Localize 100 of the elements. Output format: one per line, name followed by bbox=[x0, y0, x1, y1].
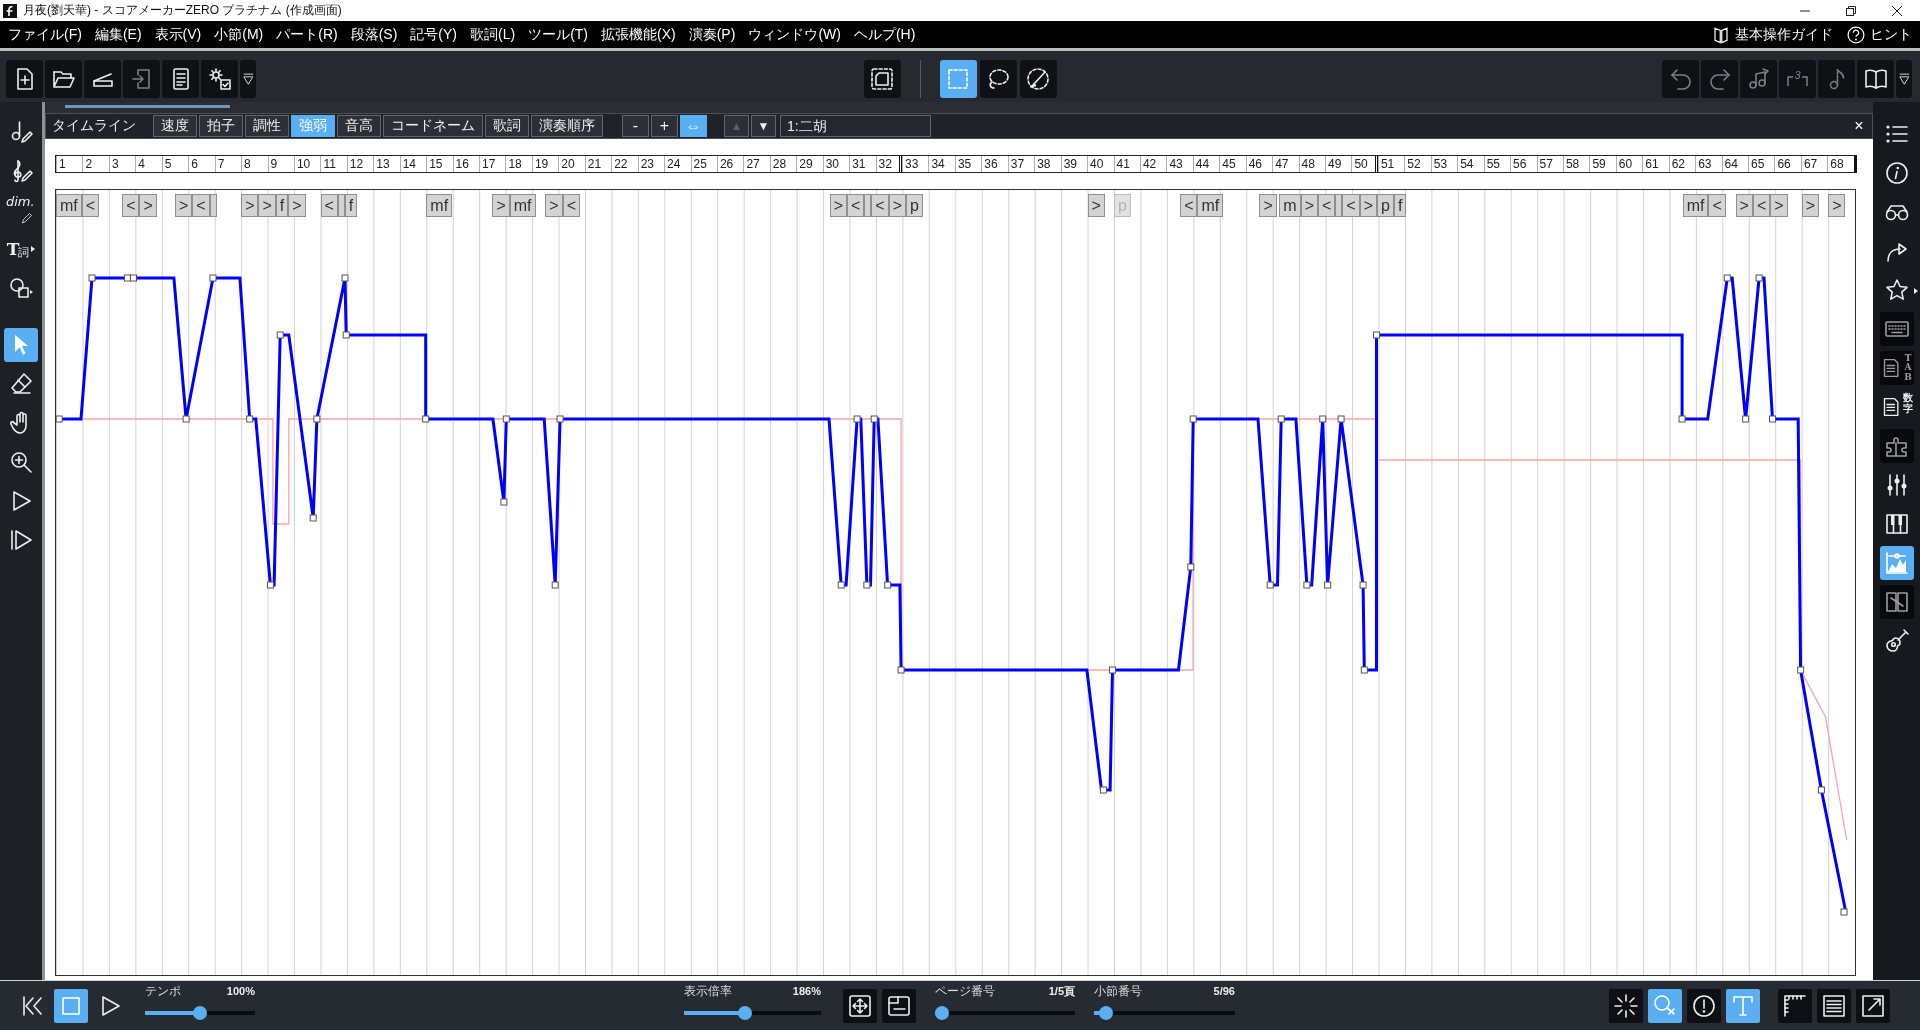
menu-item[interactable]: パート(R) bbox=[276, 22, 338, 47]
part-field[interactable]: 1:二胡 bbox=[780, 115, 931, 137]
tab[interactable]: 調性 bbox=[245, 115, 289, 137]
slider-thumb[interactable] bbox=[1099, 1006, 1114, 1020]
fit-width-button[interactable] bbox=[882, 988, 916, 1023]
curve-handle[interactable] bbox=[556, 415, 564, 423]
settings-button[interactable] bbox=[201, 60, 238, 98]
menu-item[interactable]: ファイル(F) bbox=[8, 22, 82, 47]
new-file-button[interactable] bbox=[6, 60, 43, 98]
curve-handle[interactable] bbox=[266, 581, 274, 589]
expand-button[interactable] bbox=[1856, 988, 1890, 1023]
curve-handle[interactable] bbox=[1840, 908, 1848, 916]
hint-button[interactable]: ヒント bbox=[1847, 22, 1912, 47]
ruler-button[interactable] bbox=[1778, 988, 1812, 1023]
curve-handle[interactable] bbox=[1797, 666, 1805, 674]
zoom-in-button[interactable]: + bbox=[651, 115, 678, 137]
close-panel-button[interactable]: × bbox=[1850, 116, 1868, 136]
curve-handle[interactable] bbox=[1678, 415, 1686, 423]
curve-handle[interactable] bbox=[1360, 666, 1368, 674]
split-view-button[interactable] bbox=[1879, 585, 1914, 619]
curve-handle[interactable] bbox=[422, 415, 430, 423]
dynamics-pen-button[interactable]: dim. bbox=[4, 193, 38, 227]
curve-handle[interactable] bbox=[1373, 331, 1380, 339]
menu-item[interactable]: 拡張機能(X) bbox=[601, 22, 676, 47]
fit-page-button[interactable] bbox=[843, 988, 877, 1023]
curve-handle[interactable] bbox=[551, 581, 559, 589]
tab[interactable]: 演奏順序 bbox=[531, 115, 603, 137]
curve-handle[interactable] bbox=[246, 415, 254, 423]
brush-select-button[interactable] bbox=[1019, 60, 1057, 98]
curve-handle[interactable] bbox=[863, 581, 871, 589]
frame-select-button[interactable] bbox=[863, 60, 901, 98]
tab[interactable]: 音高 bbox=[337, 115, 381, 137]
stop-button[interactable] bbox=[54, 988, 88, 1023]
puzzle-button[interactable] bbox=[1879, 429, 1914, 463]
search-clear-button[interactable] bbox=[1648, 988, 1682, 1023]
lyric-tool-button[interactable]: T詞 bbox=[4, 232, 38, 266]
lines-button[interactable] bbox=[1817, 988, 1851, 1023]
menu-item[interactable]: 編集(E) bbox=[94, 22, 142, 47]
curve-handle[interactable] bbox=[897, 666, 905, 674]
book-button[interactable] bbox=[1857, 60, 1894, 98]
next-part-button[interactable]: ▼ bbox=[751, 115, 776, 137]
slider-thumb[interactable] bbox=[935, 1006, 949, 1020]
curve-handle[interactable] bbox=[1189, 415, 1197, 423]
menu-item[interactable]: 小節(M) bbox=[214, 22, 264, 47]
menu-item[interactable]: 演奏(P) bbox=[688, 22, 736, 47]
curve-handle[interactable] bbox=[313, 415, 321, 423]
menu-item[interactable]: 記号(Y) bbox=[410, 22, 457, 47]
menu-item[interactable]: ウィンドウ(W) bbox=[748, 22, 841, 47]
horizontal-scrollbar[interactable] bbox=[45, 102, 1873, 113]
open-file-button[interactable] bbox=[45, 60, 82, 98]
curve-handle[interactable] bbox=[500, 498, 508, 506]
keyboard-button[interactable] bbox=[1879, 312, 1914, 346]
tab[interactable]: 拍子 bbox=[199, 115, 243, 137]
curve-handle[interactable] bbox=[1324, 581, 1332, 589]
curve-handle[interactable] bbox=[88, 274, 96, 282]
curve-handle[interactable] bbox=[1769, 415, 1776, 423]
tab[interactable]: 歌詞 bbox=[485, 115, 529, 137]
curve-handle[interactable] bbox=[342, 331, 350, 339]
curve-handle[interactable] bbox=[884, 581, 892, 589]
curve-handle[interactable] bbox=[1755, 274, 1763, 282]
curve-handle[interactable] bbox=[1099, 786, 1107, 794]
curve-handle[interactable] bbox=[837, 581, 845, 589]
curve-handle[interactable] bbox=[502, 415, 510, 423]
document-list-button[interactable] bbox=[162, 60, 199, 98]
slider-thumb[interactable] bbox=[193, 1006, 207, 1020]
zoom-out-button[interactable]: - bbox=[622, 115, 649, 137]
alert-button[interactable] bbox=[1687, 988, 1721, 1023]
curve-handle[interactable] bbox=[341, 274, 349, 282]
curve-handle[interactable] bbox=[1337, 415, 1345, 423]
curve-handle[interactable] bbox=[309, 514, 317, 522]
sparkle-button[interactable] bbox=[1609, 988, 1643, 1023]
guide-button[interactable]: 基本操作ガイド bbox=[1712, 22, 1833, 47]
menu-item[interactable]: 歌詞(L) bbox=[470, 22, 516, 47]
curve-handle[interactable] bbox=[1817, 786, 1825, 794]
tab[interactable]: 速度 bbox=[153, 115, 197, 137]
curve-handle[interactable] bbox=[1359, 581, 1367, 589]
menu-item[interactable]: ヘルプ(H) bbox=[853, 22, 916, 47]
curve-handle[interactable] bbox=[1742, 415, 1750, 423]
curve-handle[interactable] bbox=[276, 331, 284, 339]
curve-handle[interactable] bbox=[1319, 415, 1327, 423]
menu-item[interactable]: ツール(T) bbox=[528, 22, 589, 47]
menu-item[interactable]: 段落(S) bbox=[350, 22, 398, 47]
menu-item[interactable]: 表示(V) bbox=[154, 22, 202, 47]
curve-handle[interactable] bbox=[209, 274, 217, 282]
number-score-button[interactable]: 数字 bbox=[1879, 390, 1914, 424]
curve-handle[interactable] bbox=[56, 415, 63, 423]
curve-handle[interactable] bbox=[1266, 581, 1274, 589]
curve-handle[interactable] bbox=[1303, 581, 1311, 589]
lasso-select-button[interactable] bbox=[979, 60, 1017, 98]
curve-handle[interactable] bbox=[182, 415, 190, 423]
slider-thumb[interactable] bbox=[738, 1006, 753, 1020]
scan-button[interactable] bbox=[84, 60, 121, 98]
rectangle-select-button[interactable] bbox=[939, 60, 977, 98]
curve-handle[interactable] bbox=[1187, 563, 1195, 571]
tab-score-button[interactable]: TAB bbox=[1879, 351, 1914, 385]
curve-handle[interactable] bbox=[870, 415, 878, 423]
timeline-button[interactable] bbox=[1879, 546, 1914, 580]
toolbar-menu-button[interactable] bbox=[240, 60, 256, 98]
text-frame-button[interactable] bbox=[1726, 988, 1760, 1023]
curve-handle[interactable] bbox=[1277, 415, 1285, 423]
